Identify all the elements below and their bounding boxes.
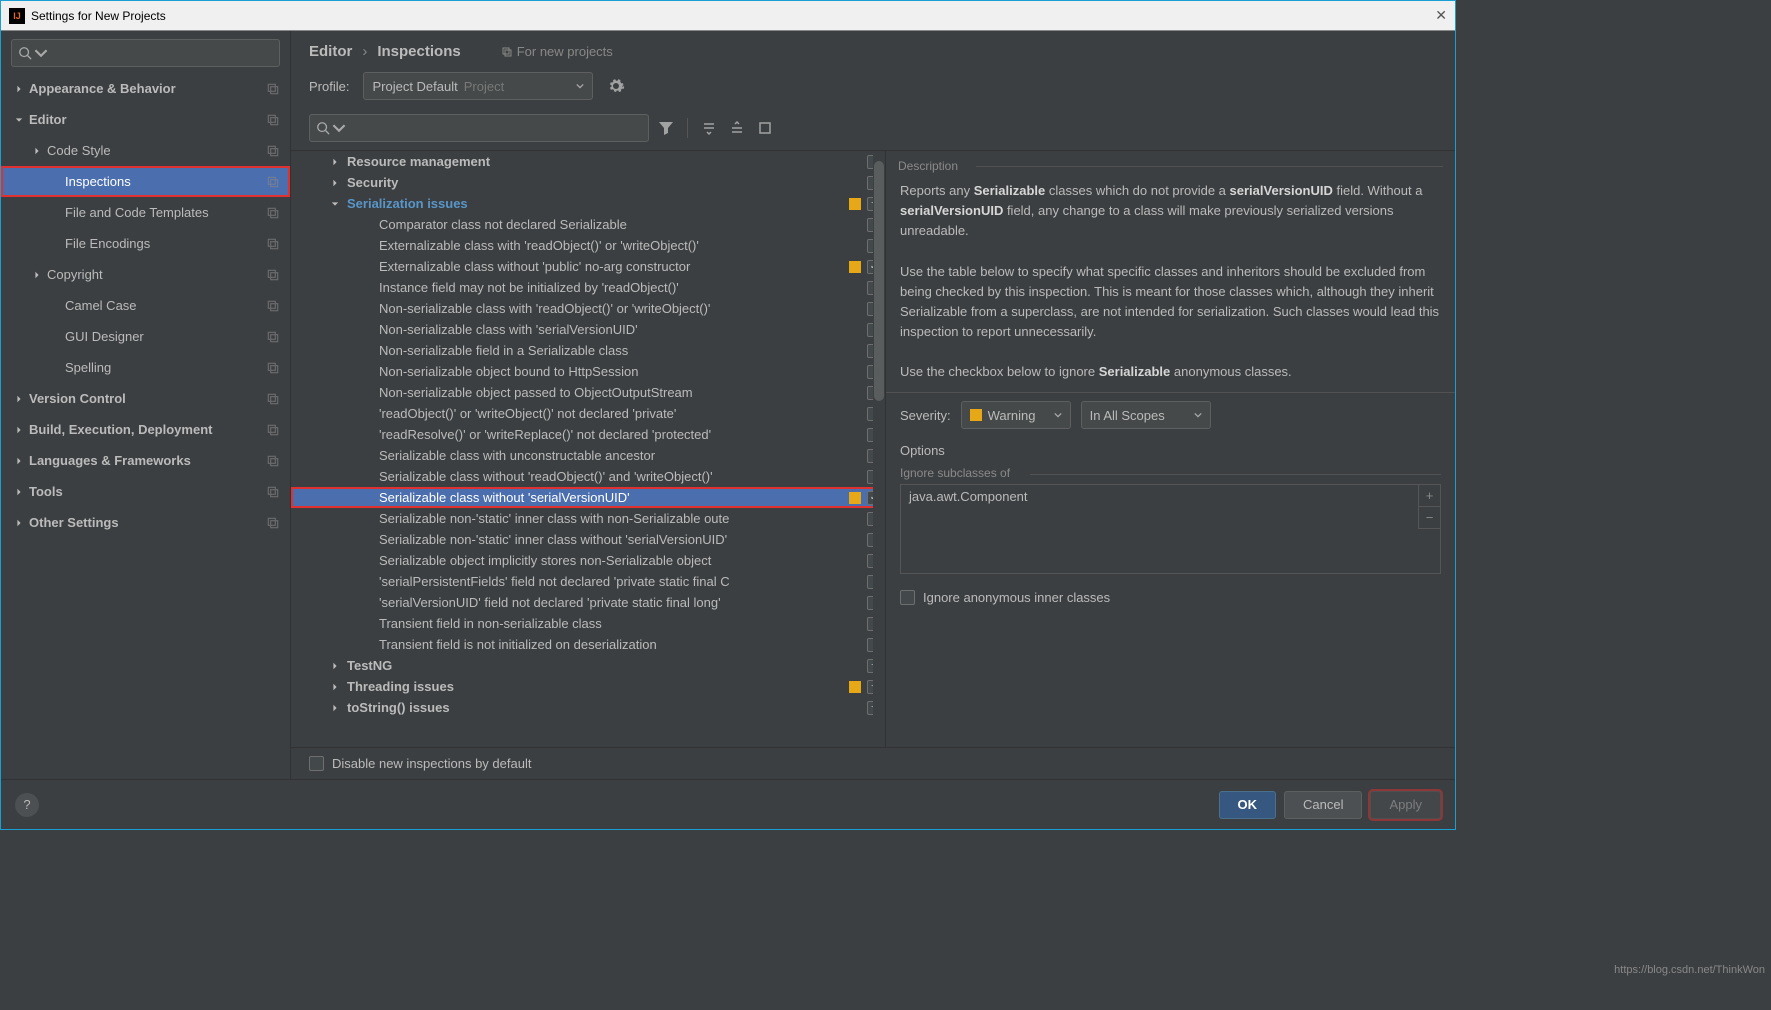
chevron-down-icon [332,121,346,135]
titlebar: IJ Settings for New Projects ✕ [1,1,1455,31]
inspections-search-input[interactable] [309,114,649,142]
sidebar-item-other-settings[interactable]: Other Settings [1,507,290,538]
ignore-subclasses-list[interactable]: java.awt.Component + − [900,484,1441,574]
sidebar-item-languages-frameworks[interactable]: Languages & Frameworks [1,445,290,476]
settings-sidebar: Appearance & BehaviorEditorCode StyleIns… [1,31,291,779]
sidebar-item-editor[interactable]: Editor [1,104,290,135]
inspection-item[interactable]: 'serialVersionUID' field not declared 'p… [291,592,885,613]
inspections-tree[interactable]: Resource managementSecuritySerialization… [291,151,885,747]
inspection-item[interactable]: Transient field is not initialized on de… [291,634,885,655]
disable-new-label: Disable new inspections by default [332,756,531,771]
ignore-subclasses-label: Ignore subclasses of [900,466,1441,480]
for-new-projects-tag: For new projects [501,44,613,59]
profile-combo[interactable]: Project Default Project [363,72,593,100]
sidebar-item-camel-case[interactable]: Camel Case [1,290,290,321]
inspection-item[interactable]: Serializable non-'static' inner class wi… [291,508,885,529]
breadcrumb: Editor › Inspections For new projects [309,43,1437,60]
inspection-item[interactable]: Serializable class without 'readObject()… [291,466,885,487]
profile-label: Profile: [309,79,349,94]
inspection-item[interactable]: 'readResolve()' or 'writeReplace()' not … [291,424,885,445]
inspection-item[interactable]: Comparator class not declared Serializab… [291,214,885,235]
sidebar-item-appearance-behavior[interactable]: Appearance & Behavior [1,73,290,104]
search-icon [18,46,32,60]
search-icon [316,121,330,135]
inspection-group[interactable]: toString() issues [291,697,885,718]
chevron-right-icon: › [362,43,367,60]
severity-combo[interactable]: Warning [961,401,1071,429]
collapse-all-icon[interactable] [726,117,748,139]
close-icon[interactable]: ✕ [1435,7,1447,24]
inspection-item[interactable]: Non-serializable class with 'serialVersi… [291,319,885,340]
list-item[interactable]: java.awt.Component [901,485,1440,508]
sidebar-search-input[interactable] [11,39,280,67]
inspection-item[interactable]: Serializable object implicitly stores no… [291,550,885,571]
scope-combo[interactable]: In All Scopes [1081,401,1211,429]
options-title: Options [900,443,1441,458]
inspection-item[interactable]: 'readObject()' or 'writeObject()' not de… [291,403,885,424]
sidebar-item-file-and-code-templates[interactable]: File and Code Templates [1,197,290,228]
inspection-item[interactable]: Non-serializable object bound to HttpSes… [291,361,885,382]
sidebar-item-copyright[interactable]: Copyright [1,259,290,290]
inspection-item[interactable]: Serializable class with unconstructable … [291,445,885,466]
crumb-editor[interactable]: Editor [309,43,352,60]
inspection-item[interactable]: Non-serializable object passed to Object… [291,382,885,403]
sidebar-item-tools[interactable]: Tools [1,476,290,507]
reset-icon[interactable] [754,117,776,139]
app-icon: IJ [9,8,25,24]
sidebar-item-file-encodings[interactable]: File Encodings [1,228,290,259]
inspection-item[interactable]: Non-serializable class with 'readObject(… [291,298,885,319]
copy-icon [501,46,513,58]
cancel-button[interactable]: Cancel [1284,791,1362,819]
gear-icon[interactable] [607,77,625,95]
inspection-item[interactable]: Non-serializable field in a Serializable… [291,340,885,361]
ignore-anonymous-label: Ignore anonymous inner classes [923,590,1110,605]
window-title: Settings for New Projects [31,9,166,23]
chevron-down-icon [1194,411,1202,419]
apply-button[interactable]: Apply [1370,791,1441,819]
inspection-group[interactable]: Resource management [291,151,885,172]
warning-icon [849,681,861,693]
inspection-item[interactable]: 'serialPersistentFields' field not decla… [291,571,885,592]
chevron-down-icon [576,82,584,90]
description-text: Reports any Serializable classes which d… [886,177,1455,392]
warning-icon [970,409,982,421]
help-button[interactable]: ? [15,793,39,817]
sidebar-item-inspections[interactable]: Inspections [1,166,290,197]
warning-icon [849,492,861,504]
sidebar-item-build-execution-deployment[interactable]: Build, Execution, Deployment [1,414,290,445]
description-title: Description [886,151,1455,177]
inspection-group[interactable]: Threading issues [291,676,885,697]
add-button[interactable]: + [1418,485,1440,507]
sidebar-item-version-control[interactable]: Version Control [1,383,290,414]
disable-new-checkbox[interactable] [309,756,324,771]
severity-label: Severity: [900,408,951,423]
inspection-item[interactable]: Externalizable class without 'public' no… [291,256,885,277]
inspection-group[interactable]: Security [291,172,885,193]
remove-button[interactable]: − [1418,507,1440,529]
watermark: https://blog.csdn.net/ThinkWon [1614,964,1765,976]
ok-button[interactable]: OK [1219,791,1277,819]
inspection-item[interactable]: Instance field may not be initialized by… [291,277,885,298]
inspection-item[interactable]: Serializable non-'static' inner class wi… [291,529,885,550]
inspection-group[interactable]: Serialization issues [291,193,885,214]
scrollbar[interactable] [873,151,885,747]
inspection-group[interactable]: TestNG [291,655,885,676]
chevron-down-icon [34,46,48,60]
crumb-inspections: Inspections [377,43,460,60]
chevron-down-icon [1054,411,1062,419]
sidebar-item-code-style[interactable]: Code Style [1,135,290,166]
warning-icon [849,198,861,210]
warning-icon [849,261,861,273]
inspection-item[interactable]: Serializable class without 'serialVersio… [291,487,885,508]
ignore-anonymous-checkbox[interactable] [900,590,915,605]
filter-icon[interactable] [655,117,677,139]
expand-all-icon[interactable] [698,117,720,139]
inspection-item[interactable]: Externalizable class with 'readObject()'… [291,235,885,256]
sidebar-item-spelling[interactable]: Spelling [1,352,290,383]
inspection-item[interactable]: Transient field in non-serializable clas… [291,613,885,634]
sidebar-item-gui-designer[interactable]: GUI Designer [1,321,290,352]
